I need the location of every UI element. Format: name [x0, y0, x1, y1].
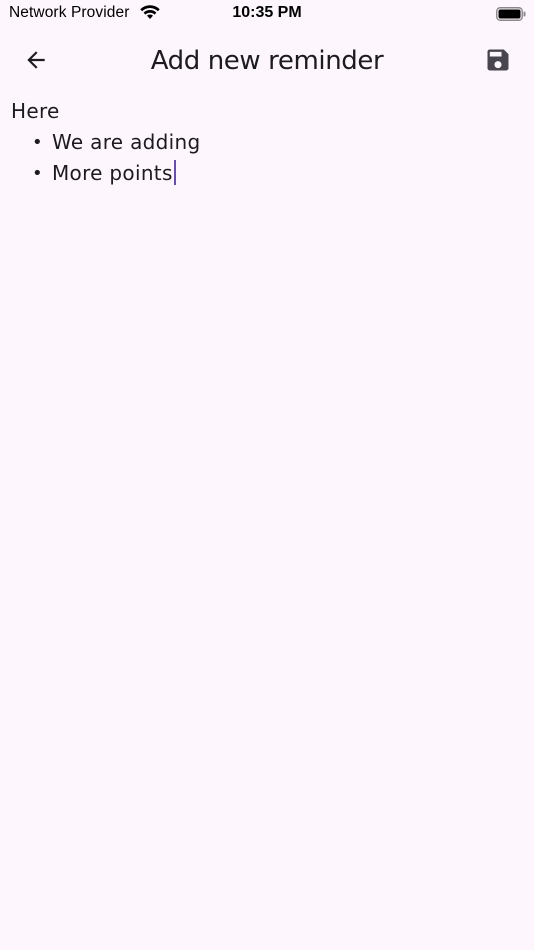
battery-icon — [496, 6, 526, 21]
reminder-editor[interactable]: Here • We are adding • More points — [11, 96, 523, 950]
list-item: • We are adding — [32, 127, 523, 158]
app-bar: Add new reminder — [0, 36, 534, 90]
bullet-icon: • — [32, 132, 43, 153]
bullet-list: • We are adding • More points — [11, 127, 523, 189]
list-item-text: More points — [52, 161, 173, 185]
list-item: • More points — [32, 158, 523, 189]
save-icon — [484, 46, 512, 78]
bullet-icon: • — [32, 163, 43, 184]
status-bar: Network Provider 10:35 PM — [0, 0, 534, 28]
text-cursor — [173, 160, 176, 185]
status-time: 10:35 PM — [232, 4, 302, 21]
page-title: Add new reminder — [150, 46, 384, 76]
editor-paragraph: Here — [11, 99, 60, 123]
list-item-text: We are adding — [52, 130, 201, 154]
save-button[interactable] — [478, 42, 518, 82]
